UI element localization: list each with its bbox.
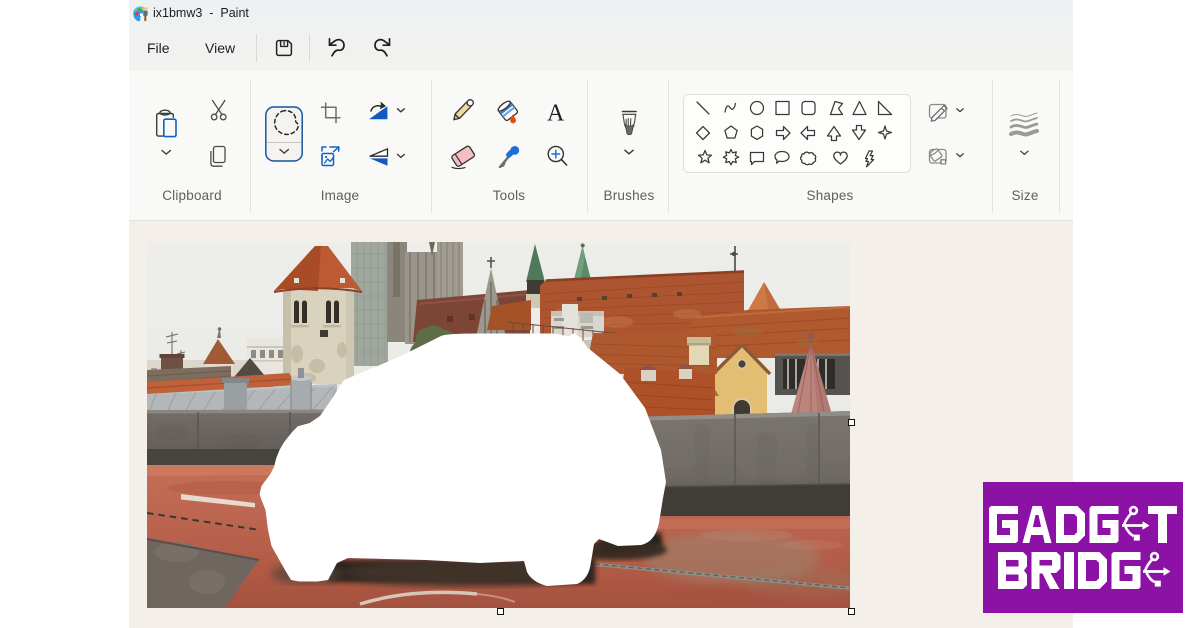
- svg-text:A: A: [547, 101, 565, 127]
